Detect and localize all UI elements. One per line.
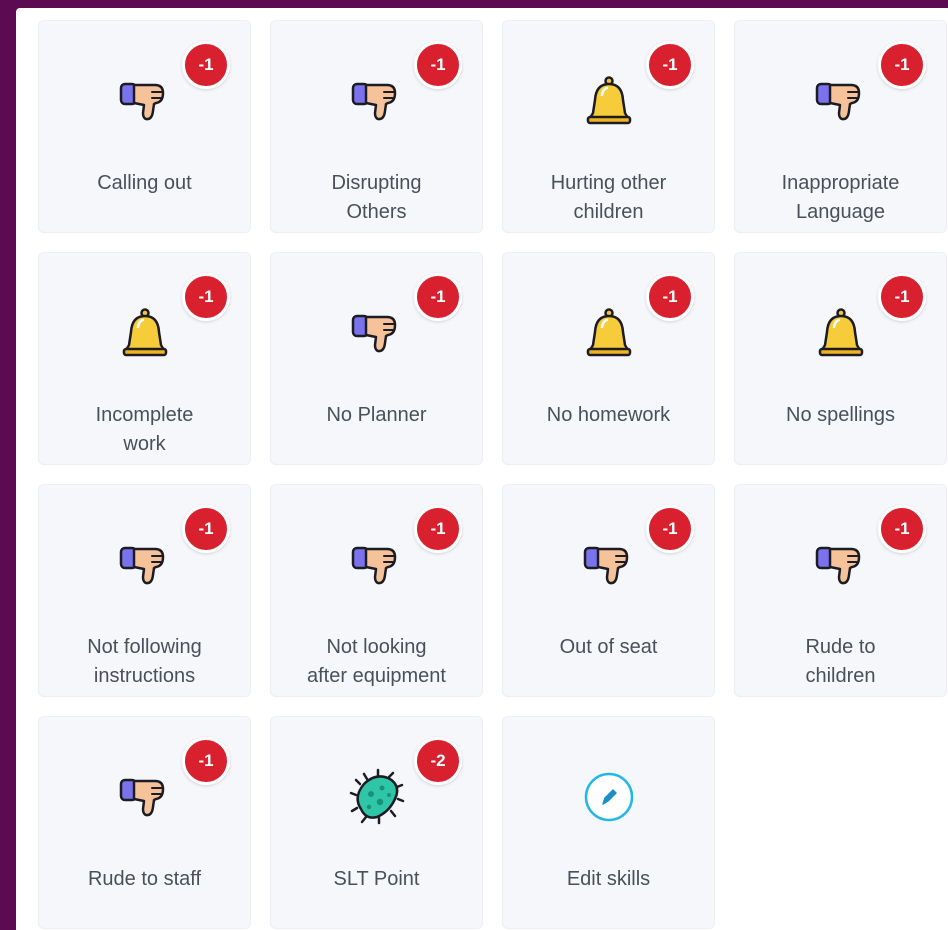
- skill-tile-not-looking-after-equipment[interactable]: -1 Not looking after equipment: [270, 484, 483, 697]
- points-badge: -1: [414, 505, 462, 553]
- points-badge: -1: [878, 273, 926, 321]
- thumbs-down-icon: [347, 535, 407, 595]
- skill-tile-disrupting-others[interactable]: -1 Disrupting Others: [270, 20, 483, 233]
- skill-label: Incomplete work: [95, 404, 194, 455]
- skill-label: SLT Point: [333, 868, 420, 890]
- skill-label: Disrupting Others: [331, 172, 422, 223]
- skill-tile-incomplete-work[interactable]: -1 Incomplete work: [38, 252, 251, 465]
- skills-panel: -1 Calling out -1 Disrupting Others -1 H…: [16, 8, 948, 930]
- thumbs-down-icon: [811, 535, 871, 595]
- points-badge: -1: [182, 737, 230, 785]
- skill-label: Out of seat: [559, 636, 658, 658]
- points-badge: -1: [646, 273, 694, 321]
- points-badge: -1: [182, 41, 230, 89]
- points-badge: -1: [646, 505, 694, 553]
- thumbs-down-icon: [579, 535, 639, 595]
- germ-icon: [347, 767, 407, 827]
- thumbs-down-icon: [347, 303, 407, 363]
- skill-label: Rude to children: [805, 636, 876, 687]
- skill-tile-inappropriate-language[interactable]: -1 Inappropriate Language: [734, 20, 947, 233]
- bell-icon: [579, 303, 639, 363]
- points-badge: -1: [414, 273, 462, 321]
- thumbs-down-icon: [811, 71, 871, 131]
- bell-icon: [811, 303, 871, 363]
- skills-grid: -1 Calling out -1 Disrupting Others -1 H…: [38, 20, 947, 929]
- skill-tile-no-planner[interactable]: -1 No Planner: [270, 252, 483, 465]
- skill-label: Not looking after equipment: [307, 636, 446, 687]
- bell-icon: [115, 303, 175, 363]
- skill-label: No homework: [546, 404, 671, 426]
- skill-label: Inappropriate Language: [781, 172, 900, 223]
- skill-tile-rude-to-children[interactable]: -1 Rude to children: [734, 484, 947, 697]
- skill-label: Rude to staff: [87, 868, 202, 890]
- skill-label: Not following instructions: [87, 636, 202, 687]
- points-badge: -1: [646, 41, 694, 89]
- pencil-icon: [579, 767, 639, 827]
- thumbs-down-icon: [347, 71, 407, 131]
- skill-label: Calling out: [97, 172, 192, 194]
- skill-tile-rude-to-staff[interactable]: -1 Rude to staff: [38, 716, 251, 929]
- thumbs-down-icon: [115, 71, 175, 131]
- skill-tile-no-spellings[interactable]: -1 No spellings: [734, 252, 947, 465]
- skill-tile-calling-out[interactable]: -1 Calling out: [38, 20, 251, 233]
- skill-tile-hurting-other-children[interactable]: -1 Hurting other children: [502, 20, 715, 233]
- points-badge: -1: [414, 41, 462, 89]
- points-badge: -1: [878, 505, 926, 553]
- skill-tile-no-homework[interactable]: -1 No homework: [502, 252, 715, 465]
- skill-tile-not-following-instructions[interactable]: -1 Not following instructions: [38, 484, 251, 697]
- skill-tile-slt-point[interactable]: -2 SLT Point: [270, 716, 483, 929]
- thumbs-down-icon: [115, 535, 175, 595]
- skill-label: No spellings: [786, 404, 895, 426]
- skill-label: No Planner: [326, 404, 427, 426]
- points-badge: -1: [182, 505, 230, 553]
- bell-icon: [579, 71, 639, 131]
- points-badge: -2: [414, 737, 462, 785]
- edit-skills-label: Edit skills: [566, 868, 651, 890]
- points-badge: -1: [878, 41, 926, 89]
- skill-tile-out-of-seat[interactable]: -1 Out of seat: [502, 484, 715, 697]
- thumbs-down-icon: [115, 767, 175, 827]
- points-badge: -1: [182, 273, 230, 321]
- edit-skills-button[interactable]: Edit skills: [502, 716, 715, 929]
- skill-label: Hurting other children: [550, 172, 667, 223]
